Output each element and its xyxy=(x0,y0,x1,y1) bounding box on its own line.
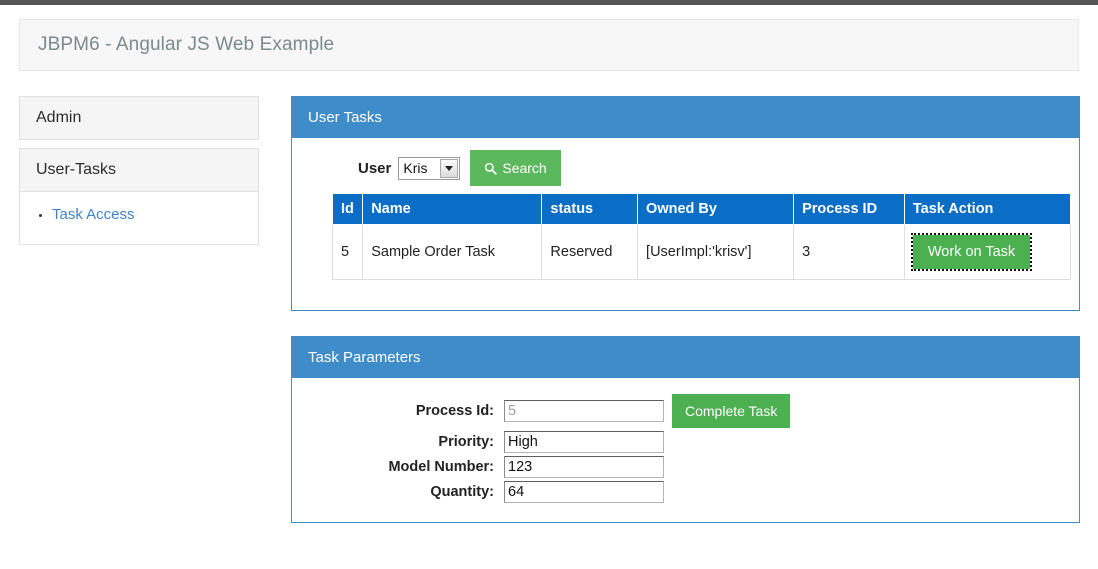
sidebar-link-list: Task Access xyxy=(36,206,242,224)
search-toolbar: User Kris Search xyxy=(358,138,1079,194)
column-header-id[interactable]: Id xyxy=(331,194,364,225)
cell-id: 5 xyxy=(331,224,364,280)
column-header-task-action[interactable]: Task Action xyxy=(903,194,1072,225)
priority-input[interactable] xyxy=(504,431,664,453)
form-row-quantity: Quantity: xyxy=(292,481,1079,503)
column-header-owned-by[interactable]: Owned By xyxy=(637,194,795,225)
quantity-input[interactable] xyxy=(504,481,664,503)
sidebar-panel-admin[interactable]: Admin xyxy=(19,96,259,140)
complete-task-button[interactable]: Complete Task xyxy=(672,394,791,428)
table-row: 5 Sample Order Task Reserved [UserImpl:'… xyxy=(331,224,1072,280)
user-select-label: User xyxy=(358,159,392,177)
task-parameters-form: Process Id: Complete Task Priority: Mode… xyxy=(292,378,1079,503)
task-parameters-panel-heading: Task Parameters xyxy=(292,337,1079,378)
cell-status: Reserved xyxy=(541,224,639,280)
tasks-table-body: 5 Sample Order Task Reserved [UserImpl:'… xyxy=(331,224,1072,280)
cell-owned-by: [UserImpl:'krisv'] xyxy=(637,224,795,280)
cell-task-action: Work on Task xyxy=(903,224,1072,280)
column-header-process-id[interactable]: Process ID xyxy=(793,194,905,225)
sidebar-heading-admin: Admin xyxy=(20,97,258,139)
form-row-process-id: Process Id: Complete Task xyxy=(292,394,1079,428)
list-item: Task Access xyxy=(52,206,242,224)
sidebar-item-task-access[interactable]: Task Access xyxy=(52,206,135,223)
magnifier-icon xyxy=(484,162,498,175)
cell-name: Sample Order Task xyxy=(362,224,543,280)
process-id-input[interactable] xyxy=(504,400,664,422)
sidebar-heading-user-tasks: User-Tasks xyxy=(20,149,258,192)
sidebar-panel-body: Task Access xyxy=(20,192,258,244)
page-title: JBPM6 - Angular JS Web Example xyxy=(38,34,335,55)
chevron-down-icon[interactable] xyxy=(440,158,459,178)
table-header-row: Id Name status Owned By Process ID Task … xyxy=(331,194,1072,225)
page-root: JBPM6 - Angular JS Web Example Admin Use… xyxy=(0,0,1098,569)
tasks-table-wrapper: Id Name status Owned By Process ID Task … xyxy=(292,194,1079,280)
tasks-table-head: Id Name status Owned By Process ID Task … xyxy=(331,194,1072,225)
label-process-id: Process Id: xyxy=(415,403,494,419)
cell-process-id: 3 xyxy=(793,224,905,280)
tasks-table: Id Name status Owned By Process ID Task … xyxy=(331,194,1072,280)
form-row-priority: Priority: xyxy=(292,431,1079,453)
app-header: JBPM6 - Angular JS Web Example xyxy=(19,19,1079,71)
column-header-name[interactable]: Name xyxy=(362,194,543,225)
search-button-label: Search xyxy=(502,160,547,176)
sidebar-panel-user-tasks: User-Tasks Task Access xyxy=(19,148,259,245)
user-select[interactable]: Kris xyxy=(398,156,461,180)
label-quantity: Quantity: xyxy=(430,484,494,500)
user-tasks-panel-heading: User Tasks xyxy=(292,97,1079,138)
search-button[interactable]: Search xyxy=(470,150,561,186)
task-parameters-panel: Task Parameters Process Id: Complete Tas… xyxy=(291,336,1080,523)
sidebar: Admin User-Tasks Task Access xyxy=(19,96,259,253)
model-number-input[interactable] xyxy=(504,456,664,478)
browser-chrome-bar xyxy=(0,0,1098,5)
user-select-value: Kris xyxy=(403,160,428,176)
user-tasks-panel: User Tasks User Kris Search Id Name stat… xyxy=(291,96,1080,311)
form-row-model-number: Model Number: xyxy=(292,456,1079,478)
user-tasks-panel-body: User Kris Search Id Name status Owned By… xyxy=(292,138,1079,280)
column-header-status[interactable]: status xyxy=(541,194,639,225)
work-on-task-button[interactable]: Work on Task xyxy=(910,233,1033,271)
label-model-number: Model Number: xyxy=(388,459,494,475)
label-priority: Priority: xyxy=(438,434,494,450)
